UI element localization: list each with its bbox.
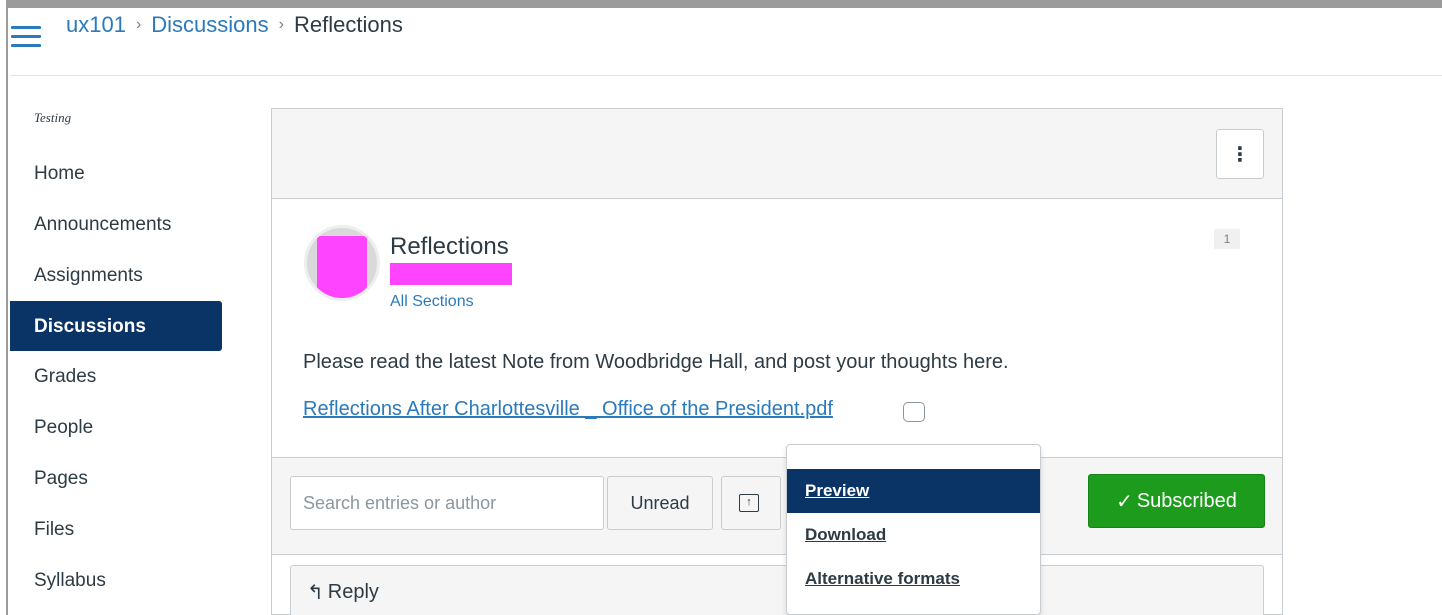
redaction-block [317,236,367,298]
discussion-toolbar: Unread ↑ ✓ Subscribed [272,457,1282,555]
attachment-dropdown-menu: Preview Download Alternative formats [786,444,1041,615]
collapse-replies-button[interactable]: ↑ [721,476,781,530]
page-header: ux101 › Discussions › Reflections [10,8,1442,76]
reply-button[interactable]: ↰ Reply [307,580,379,605]
sidebar-item-grades[interactable]: Grades [10,351,222,402]
sidebar-item-pages[interactable]: Pages [10,453,222,504]
discussion-panel-header: ⋮ [272,109,1282,199]
author-name-redaction [390,263,512,285]
course-navigation: Testing Home Announcements Assignments D… [10,110,222,606]
sidebar-item-home[interactable]: Home [10,148,222,199]
all-sections-link[interactable]: All Sections [390,293,474,311]
topic-title: Reflections [390,233,509,260]
window-top-edge [0,0,1442,8]
menu-item-download[interactable]: Download [787,513,1040,557]
check-icon: ✓ [1116,490,1133,513]
discussion-panel: ⋮ Reflections All Sections 1 Please read… [271,108,1283,615]
reply-area: ↰ Reply [290,565,1264,615]
attachment-link[interactable]: Reflections After Charlottesville _ Offi… [303,398,833,421]
subscribed-button[interactable]: ✓ Subscribed [1088,474,1265,528]
unread-filter-button[interactable]: Unread [607,476,713,530]
hamburger-menu-icon[interactable] [11,26,41,48]
breadcrumb-separator-icon: › [278,16,284,33]
subscribed-label: Subscribed [1136,489,1237,512]
sidebar-item-syllabus[interactable]: Syllabus [10,555,222,606]
kebab-icon[interactable]: ⋮ [1216,129,1264,179]
breadcrumb-discussions-link[interactable]: Discussions [151,12,268,38]
sidebar-item-assignments[interactable]: Assignments [10,250,222,301]
reply-label: Reply [327,581,379,603]
collapse-icon: ↑ [739,494,759,512]
reply-count-badge: 1 [1214,229,1240,249]
course-label: Testing [34,110,72,125]
search-input[interactable] [290,476,604,530]
breadcrumb-course-link[interactable]: ux101 [66,12,126,38]
window-left-edge [0,0,8,615]
discussion-topic: Reflections All Sections 1 Please read t… [272,199,1282,456]
sidebar-item-discussions[interactable]: Discussions [10,301,222,351]
topic-message: Please read the latest Note from Woodbri… [303,351,1009,373]
reply-arrow-icon: ↰ [307,582,324,604]
attachment-menu-toggle[interactable] [903,402,925,422]
breadcrumb-separator-icon: › [135,16,142,33]
menu-item-preview[interactable]: Preview [787,469,1040,513]
breadcrumb: ux101 › Discussions › Reflections [66,12,403,38]
menu-item-alternative-formats[interactable]: Alternative formats [787,557,1040,601]
sidebar-item-people[interactable]: People [10,402,222,453]
breadcrumb-current: Reflections [293,12,403,37]
sidebar-item-files[interactable]: Files [10,504,222,555]
sidebar-item-announcements[interactable]: Announcements [10,199,222,250]
avatar[interactable] [304,225,380,301]
